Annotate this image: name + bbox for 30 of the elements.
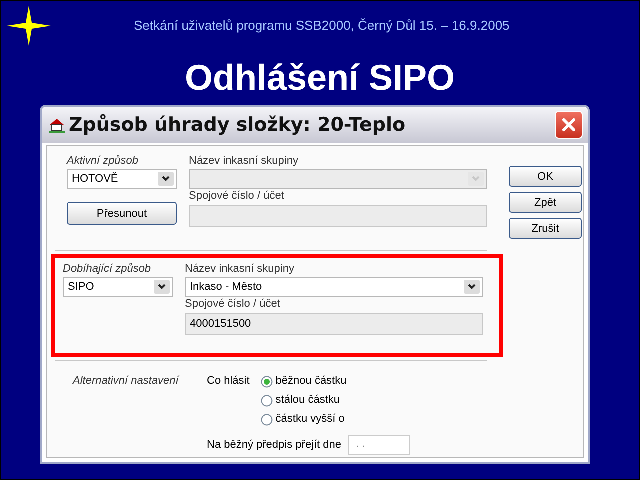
group-label: Název inkasní skupiny bbox=[185, 262, 296, 277]
dialog-button[interactable]: OK bbox=[509, 166, 582, 187]
report-label: Co hlásit bbox=[207, 374, 250, 389]
alternative-label: Alternativní nastavení bbox=[73, 374, 180, 389]
group-dropdown[interactable]: Inkaso - Město bbox=[185, 277, 483, 297]
house-icon bbox=[49, 117, 65, 133]
method-label: Dobíhající způsob bbox=[63, 262, 152, 277]
dialog-button[interactable]: Zrušit bbox=[509, 218, 582, 239]
account-field[interactable]: 4000151500 bbox=[185, 313, 483, 335]
radio-option[interactable]: běžnou částku bbox=[260, 374, 347, 389]
close-icon bbox=[561, 117, 577, 133]
window-title: Způsob úhrady složky: 20-Teplo bbox=[69, 114, 407, 136]
chevron-icon bbox=[464, 280, 480, 294]
account-label: Spojové číslo / účet bbox=[185, 297, 282, 312]
account-label: Spojové číslo / účet bbox=[189, 189, 286, 204]
slide-title: Odhlášení SIPO bbox=[184, 56, 456, 100]
date-field[interactable]: . . bbox=[348, 435, 410, 455]
close-button[interactable] bbox=[555, 111, 583, 139]
radio-option[interactable]: stálou částku bbox=[260, 393, 347, 408]
radio-option[interactable]: částku vyšší o bbox=[260, 412, 347, 427]
chevron-icon bbox=[154, 280, 170, 294]
method-dropdown[interactable]: SIPO bbox=[63, 277, 173, 297]
dialog-button[interactable]: Zpět bbox=[509, 192, 582, 213]
chevron-icon bbox=[158, 172, 174, 186]
slide-header: Setkání uživatelů programu SSB2000, Černý Důl 15. – 16.9.2005 bbox=[134, 18, 510, 33]
date-label: Na běžný předpis přejít dne bbox=[207, 439, 342, 451]
group-label: Název inkasní skupiny bbox=[189, 154, 300, 169]
method-label: Aktivní způsob bbox=[67, 154, 140, 169]
chevron-icon bbox=[468, 172, 484, 186]
star-icon bbox=[7, 6, 51, 46]
